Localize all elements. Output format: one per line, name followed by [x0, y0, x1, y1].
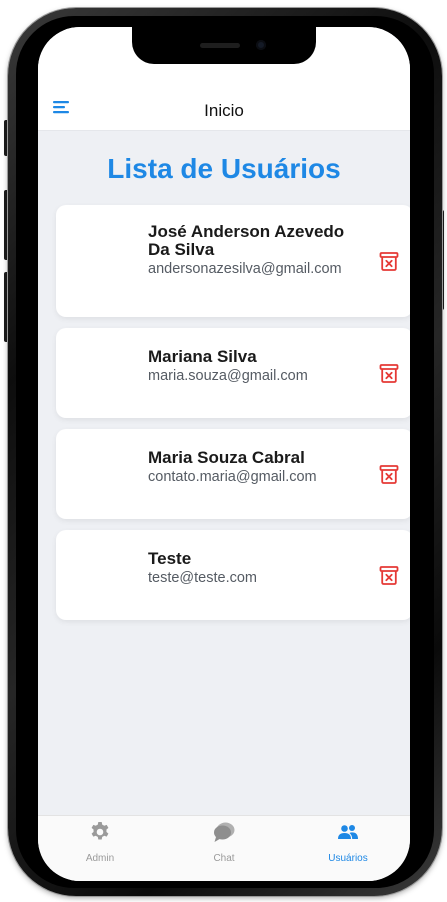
user-email: contato.maria@gmail.com — [148, 469, 317, 485]
user-name: Maria Souza Cabral — [148, 448, 305, 467]
tab-label: Chat — [213, 853, 235, 864]
user-info: José Anderson Azevedo Da Silva andersona… — [148, 223, 366, 278]
user-card[interactable]: José Anderson Azevedo Da Silva andersona… — [56, 205, 410, 317]
user-name: Teste — [148, 549, 192, 568]
phone-mockup: Inicio Lista de Usuários José Anderson A… — [0, 0, 447, 902]
user-list: José Anderson Azevedo Da Silva andersona… — [56, 205, 410, 631]
user-name: Mariana Silva — [148, 347, 257, 366]
front-camera — [256, 40, 266, 50]
user-card[interactable]: Mariana Silva maria.souza@gmail.com — [56, 328, 410, 418]
tab-label: Admin — [85, 853, 115, 864]
speaker-grille — [200, 43, 240, 48]
trash-delete-icon[interactable] — [378, 250, 400, 272]
tab-label: Usuários — [328, 853, 368, 864]
header-title: Inicio — [204, 101, 244, 120]
user-name: José Anderson Azevedo Da Silva — [148, 222, 345, 259]
user-card[interactable]: Teste teste@teste.com — [56, 530, 410, 620]
tab-admin[interactable]: Admin — [38, 816, 162, 881]
trash-delete-icon[interactable] — [378, 362, 400, 384]
user-info: Mariana Silva maria.souza@gmail.com — [148, 348, 366, 385]
user-email: teste@teste.com — [148, 570, 258, 586]
notch — [132, 27, 316, 64]
trash-delete-icon[interactable] — [378, 564, 400, 586]
chat-bubble-icon — [212, 820, 236, 844]
user-card[interactable]: Maria Souza Cabral contato.maria@gmail.c… — [56, 429, 410, 519]
user-info: Maria Souza Cabral contato.maria@gmail.c… — [148, 449, 366, 486]
user-email: andersonazesilva@gmail.com — [148, 261, 342, 277]
trash-delete-icon[interactable] — [378, 463, 400, 485]
user-email: maria.souza@gmail.com — [148, 368, 308, 384]
page-title: Lista de Usuários — [107, 153, 341, 184]
tab-usuarios[interactable]: Usuários — [286, 816, 410, 881]
users-icon — [336, 820, 360, 844]
app-screen: Inicio Lista de Usuários José Anderson A… — [38, 27, 410, 881]
user-info: Teste teste@teste.com — [148, 550, 366, 587]
gear-icon — [88, 820, 112, 844]
